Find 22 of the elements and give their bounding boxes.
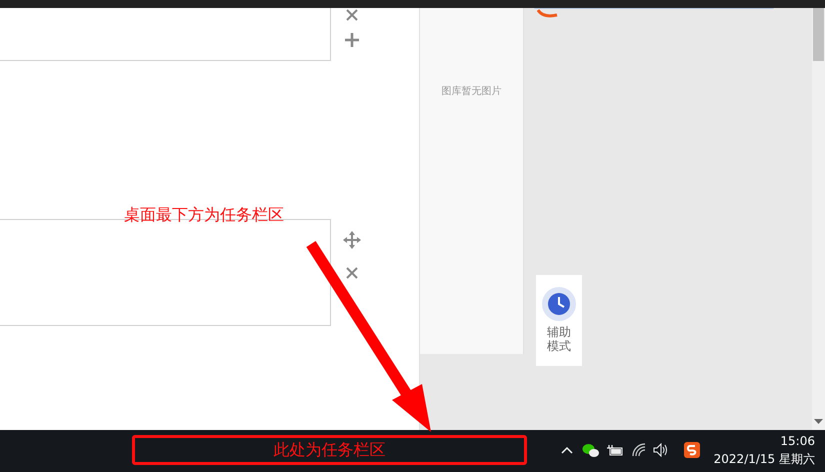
- empty-gallery-text: 图库暂无图片: [442, 84, 502, 98]
- move-icon[interactable]: [343, 231, 361, 249]
- clock-icon: [542, 287, 576, 321]
- battery-icon[interactable]: [606, 444, 623, 456]
- clock-time[interactable]: 15:06: [780, 432, 815, 450]
- close-icon[interactable]: [346, 9, 358, 21]
- scroll-down-icon[interactable]: [814, 419, 823, 425]
- annotation-text: 此处为任务栏区: [274, 440, 386, 460]
- speaker-icon[interactable]: [653, 443, 668, 457]
- assist-mode-label: 辅助模式: [546, 325, 572, 353]
- up-caret-icon[interactable]: [561, 446, 573, 454]
- wifi-icon[interactable]: [632, 443, 646, 457]
- scrollbar-thumb[interactable]: [813, 8, 824, 61]
- assist-mode-card[interactable]: 辅助模式: [536, 275, 582, 366]
- plus-icon[interactable]: [345, 33, 359, 47]
- close-icon[interactable]: [346, 267, 358, 279]
- scrollbar[interactable]: [812, 8, 825, 430]
- input-method-icon[interactable]: [684, 442, 700, 458]
- annotation-text: 桌面最下方为任务栏区: [124, 205, 284, 225]
- clock-date[interactable]: 2022/1/15 星期六: [714, 450, 815, 468]
- logo-icon: [537, 9, 559, 19]
- chat-icon[interactable]: [582, 443, 599, 458]
